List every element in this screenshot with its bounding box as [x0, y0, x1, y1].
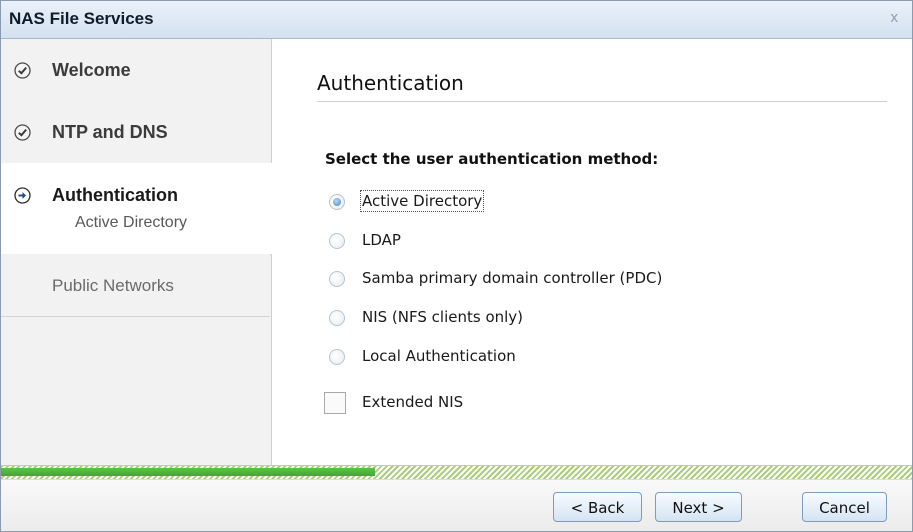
dialog-titlebar: NAS File Services x — [1, 1, 912, 39]
step-public-networks[interactable]: Public Networks — [1, 254, 270, 317]
extended-nis-checkbox[interactable] — [324, 392, 346, 414]
cancel-button[interactable]: Cancel — [802, 492, 887, 522]
step-label: Welcome — [52, 60, 131, 80]
close-icon[interactable]: x — [891, 9, 899, 26]
option-label: Active Directory — [359, 190, 485, 212]
arrow-right-circle-icon — [14, 187, 31, 204]
step-welcome[interactable]: Welcome — [1, 39, 270, 102]
back-button[interactable]: < Back — [553, 492, 642, 522]
nas-file-services-dialog: NAS File Services x Welcome NTP and DNS — [0, 0, 913, 532]
option-label: LDAP — [362, 231, 401, 249]
wizard-progress-bar — [1, 465, 912, 479]
progress-fill — [1, 468, 375, 476]
step-label: Public Networks — [52, 276, 174, 295]
radio-samba-pdc[interactable] — [329, 271, 345, 287]
radio-ldap[interactable] — [329, 233, 345, 249]
step-authentication[interactable]: Authentication Active Directory — [1, 163, 272, 255]
extended-nis-label: Extended NIS — [362, 393, 464, 411]
heading-divider — [317, 101, 887, 102]
step-label: Authentication — [52, 185, 178, 205]
page-title: Authentication — [317, 71, 464, 95]
main-content: Authentication Select the user authentic… — [272, 39, 912, 465]
radio-active-directory[interactable] — [329, 194, 345, 210]
step-ntp-and-dns[interactable]: NTP and DNS — [1, 101, 270, 164]
step-label: NTP and DNS — [52, 122, 168, 142]
radio-local-authentication[interactable] — [329, 349, 345, 365]
option-label: Samba primary domain controller (PDC) — [362, 269, 663, 287]
check-circle-icon — [14, 124, 31, 141]
wizard-steps-sidebar: Welcome NTP and DNS Authentication Activ… — [1, 39, 272, 465]
check-circle-icon — [14, 62, 31, 79]
step-sublabel: Active Directory — [75, 214, 188, 231]
radio-nis[interactable] — [329, 310, 345, 326]
dialog-footer: < Back Next > Cancel — [1, 479, 912, 531]
option-label: NIS (NFS clients only) — [362, 308, 524, 326]
option-label: Local Authentication — [362, 347, 516, 365]
next-button[interactable]: Next > — [655, 492, 742, 522]
dialog-title: NAS File Services — [9, 9, 154, 28]
auth-method-question: Select the user authentication method: — [325, 150, 659, 168]
